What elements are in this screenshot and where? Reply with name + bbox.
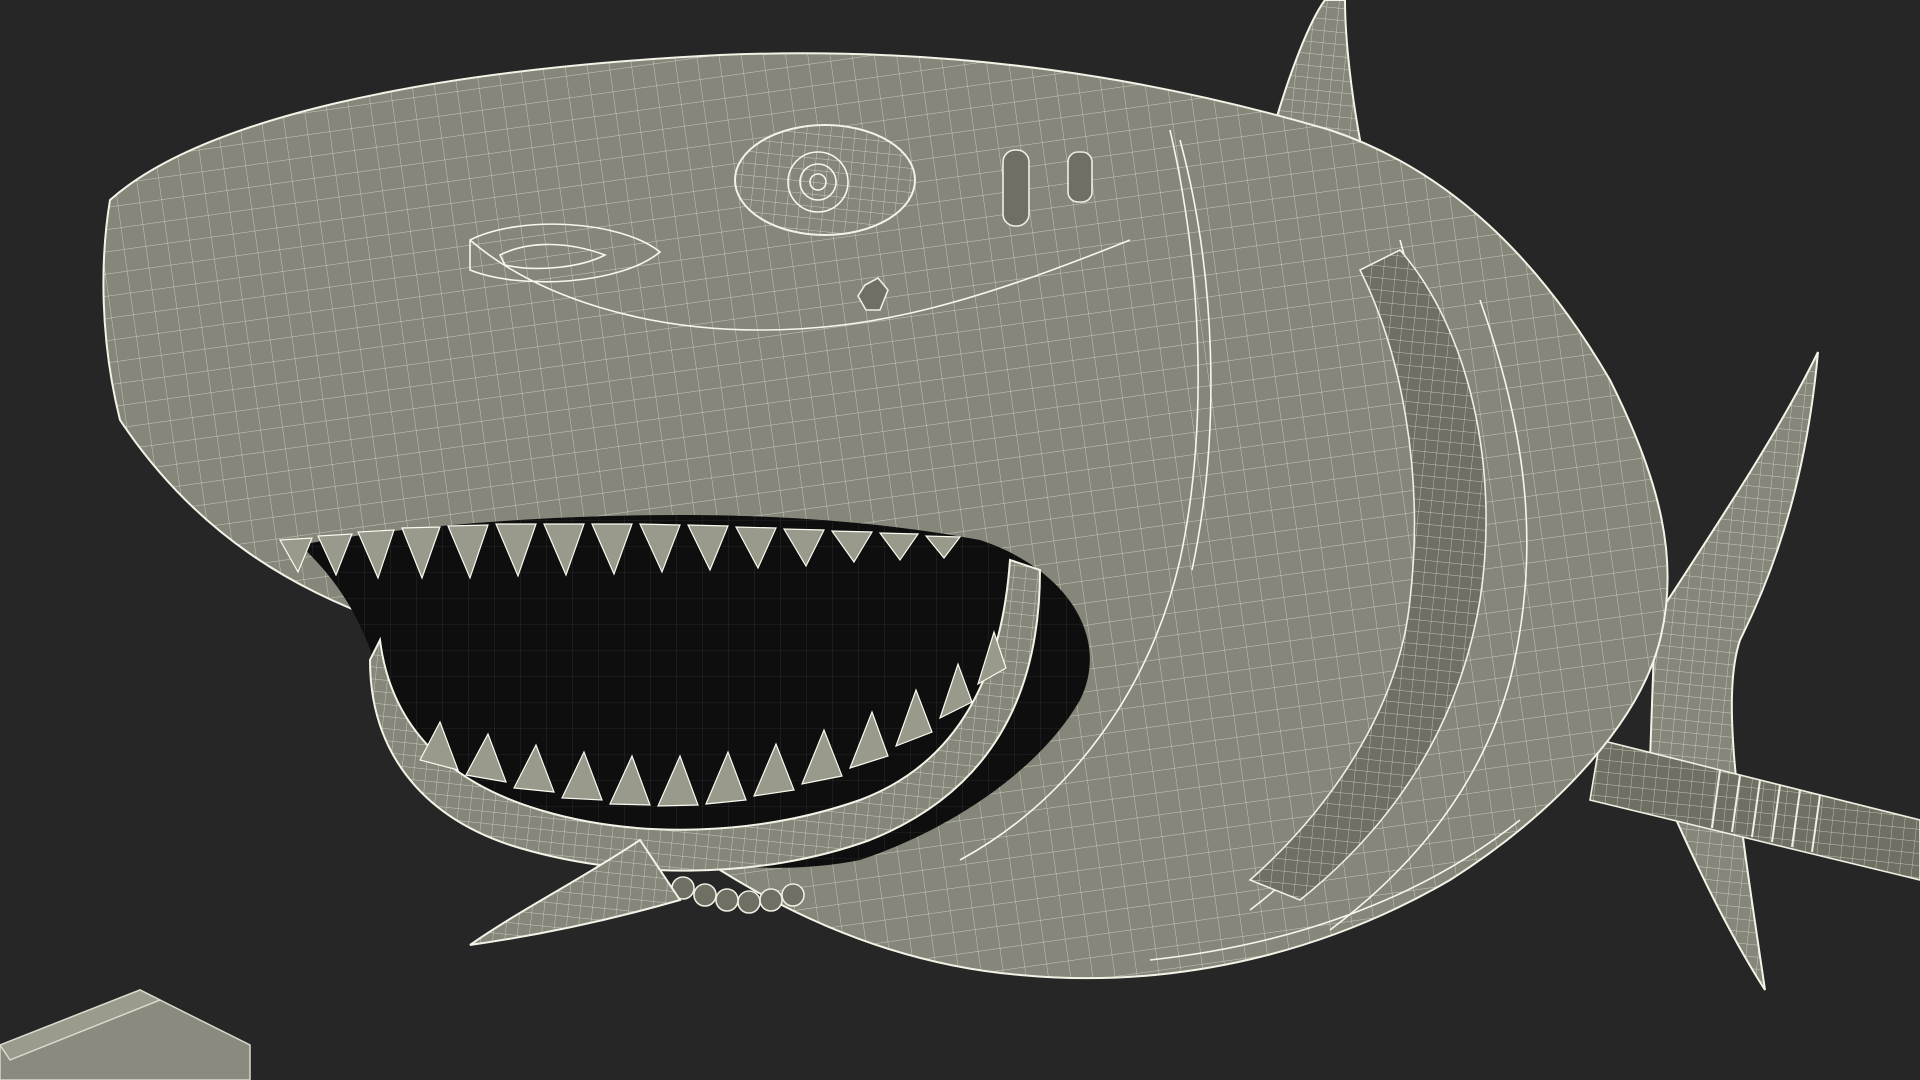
tail-fin (1648, 351, 1819, 991)
mechanical-rod (1589, 739, 1920, 881)
corner-block (0, 989, 251, 1080)
3d-viewport[interactable] (0, 0, 1920, 1080)
eye-socket (734, 124, 916, 236)
shark-wireframe-render (0, 0, 1920, 1080)
